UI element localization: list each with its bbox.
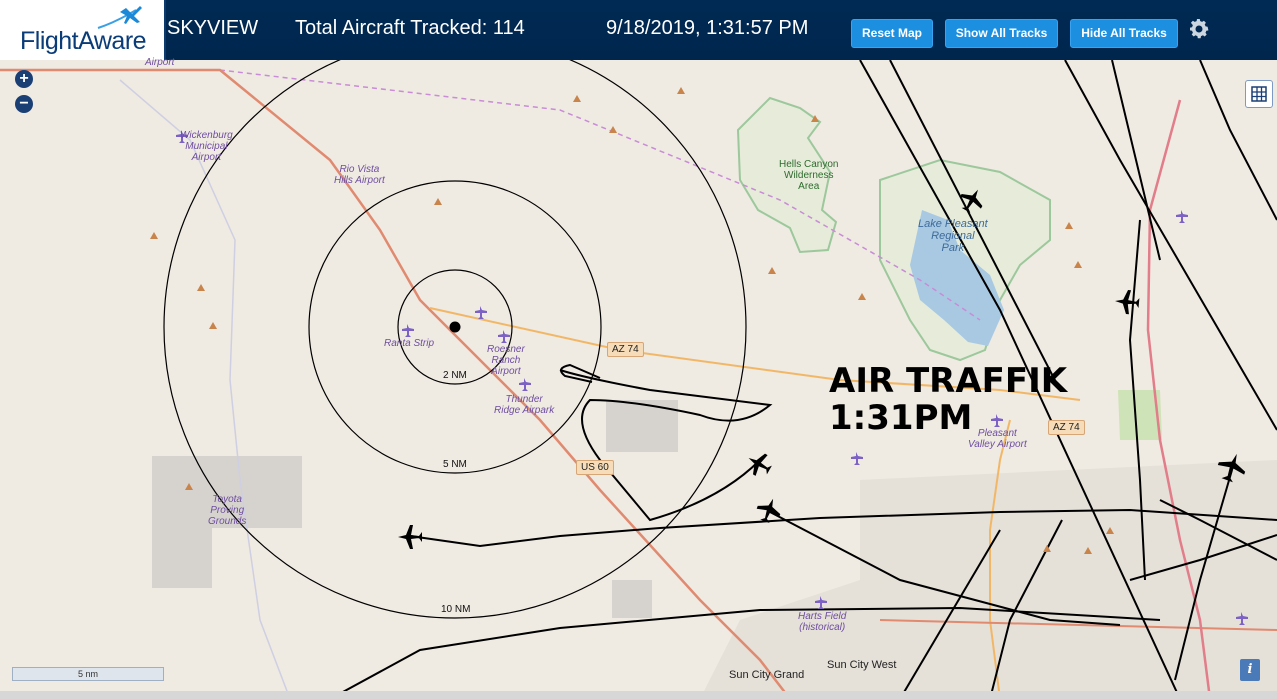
layers-grid-button[interactable] (1245, 80, 1273, 108)
top-bar: FlightAware SKYVIEW Total Aircraft Track… (0, 0, 1277, 60)
range-ring-label-5nm: 5 NM (443, 459, 467, 470)
airport-label-roesner: Roesner Ranch Airport (487, 344, 525, 377)
airport-label-rio-vista: Rio Vista Hills Airport (334, 164, 385, 186)
flightaware-logo[interactable]: FlightAware (0, 0, 166, 60)
airport-label-top: Airport (145, 57, 175, 68)
airport-label-wickenburg: Wickenburg Municipal Airport (180, 130, 233, 163)
overlay-time: 1:31PM (829, 398, 973, 438)
zoom-in-button[interactable]: + (15, 70, 33, 88)
hide-all-tracks-button[interactable]: Hide All Tracks (1070, 19, 1178, 48)
range-ring-label-10nm: 10 NM (441, 604, 471, 615)
total-aircraft-count: Total Aircraft Tracked: 114 (295, 17, 525, 39)
map-area[interactable]: Airport Wickenburg Municipal Airport Rio V… (0, 57, 1277, 699)
town-label-sun-city-grand: Sun City Grand (729, 669, 805, 681)
road-shield-us60: US 60 (576, 460, 614, 475)
grid-icon (1251, 86, 1267, 102)
airport-label-ranta: Ranta Strip (384, 338, 435, 349)
show-all-tracks-button[interactable]: Show All Tracks (945, 19, 1058, 48)
air-traffic-overlay: AIR TRAFFIK 1:31PM (829, 363, 1067, 437)
area-label-hells-canyon: Hells Canyon Wilderness Area (779, 159, 839, 192)
airport-label-thunder: Thunder Ridge Airpark (494, 394, 555, 416)
road-shield-az74: AZ 74 (607, 342, 644, 357)
gear-icon[interactable] (1187, 17, 1211, 41)
area-label-lake-pleasant: Lake Pleasant Regional Park (918, 218, 988, 254)
reset-map-button[interactable]: Reset Map (851, 19, 933, 48)
current-datetime: 9/18/2019, 1:31:57 PM (606, 17, 809, 39)
range-ring-label-2nm: 2 NM (443, 370, 467, 381)
map-scale-bar: 5 nm (12, 667, 164, 681)
app-name: SKYVIEW (167, 17, 259, 39)
info-button[interactable]: i (1240, 659, 1260, 681)
logo-text: FlightAware (20, 27, 147, 55)
town-label-sun-city-west: Sun City West (827, 659, 897, 671)
overlay-title: AIR TRAFFIK (829, 361, 1068, 401)
airport-label-harts: Harts Field (historical) (798, 611, 847, 633)
zoom-out-button[interactable]: − (15, 95, 33, 113)
horizontal-scrollbar[interactable] (0, 691, 1277, 699)
area-label-toyota: Toyota Proving Grounds (208, 494, 247, 527)
